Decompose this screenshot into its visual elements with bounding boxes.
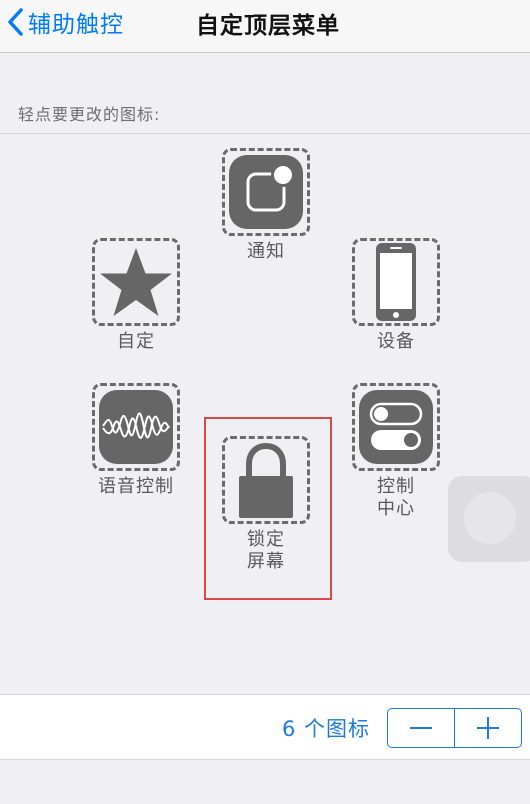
lock-icon <box>239 442 293 518</box>
waveform-icon <box>99 390 173 464</box>
control-center-slot-button[interactable] <box>352 383 440 471</box>
device-slot-button[interactable] <box>352 238 440 326</box>
iphone-icon <box>376 243 416 321</box>
device-label: 设备 <box>377 331 415 352</box>
page-title: 自定顶层菜单 <box>196 13 340 39</box>
lock-screen-slot-button[interactable] <box>222 436 310 524</box>
icon-count-stepper <box>387 708 522 748</box>
section-header: 轻点要更改的图标: <box>18 105 161 124</box>
voice-control-slot-button[interactable] <box>92 383 180 471</box>
slot-custom: 自定 <box>89 238 183 353</box>
star-icon <box>100 248 172 316</box>
slot-notification: 通知 <box>219 148 313 263</box>
lock-screen-label-line1: 锁定 <box>247 529 285 550</box>
lock-screen-label-line2: 屏幕 <box>247 551 285 572</box>
custom-label: 自定 <box>117 331 155 352</box>
navigation-bar: 辅助触控 自定顶层菜单 <box>0 0 530 53</box>
assistive-touch-circle <box>464 492 516 544</box>
slot-lock-screen: 锁定 屏幕 <box>219 436 313 573</box>
plus-icon <box>477 717 500 739</box>
slot-voice-control: 语音控制 <box>89 383 183 498</box>
decrement-button[interactable] <box>388 709 454 747</box>
slot-device: 设备 <box>349 238 443 353</box>
increment-button[interactable] <box>455 709 521 747</box>
slot-control-center: 控制 中心 <box>349 383 443 520</box>
control-center-label-line1: 控制 <box>377 476 415 497</box>
notification-slot-button[interactable] <box>222 148 310 236</box>
toggles-icon <box>359 390 433 464</box>
minus-icon <box>409 727 432 729</box>
custom-slot-button[interactable] <box>92 238 180 326</box>
control-center-label-line2: 中心 <box>377 498 415 519</box>
divider <box>0 133 530 134</box>
assistive-touch-button[interactable] <box>448 476 530 562</box>
notification-label: 通知 <box>247 241 285 262</box>
icon-count-row: 6 个图标 <box>0 694 530 760</box>
notification-icon <box>229 155 303 229</box>
voice-control-label: 语音控制 <box>98 476 174 497</box>
icon-count-label: 6 个图标 <box>281 717 370 741</box>
